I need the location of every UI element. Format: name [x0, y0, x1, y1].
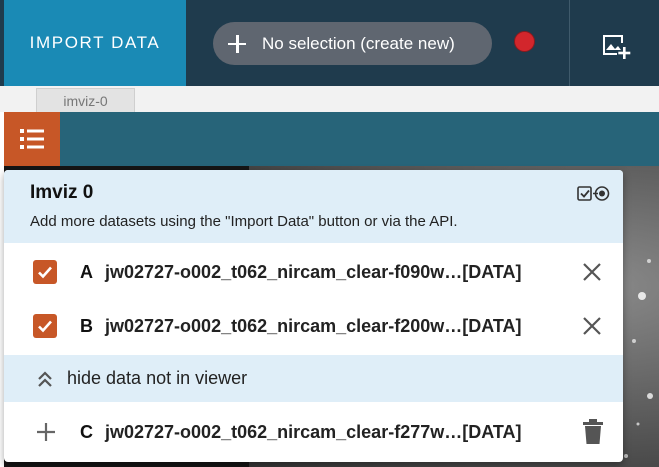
data-item-row: C jw02727-o002_t062_nircam_clear-f277w…[… [4, 407, 623, 457]
toolbar-divider [569, 0, 570, 86]
add-to-viewer-icon[interactable] [36, 422, 56, 442]
data-visible-checkbox[interactable] [33, 260, 57, 284]
checkmark-icon [38, 320, 52, 333]
hide-data-toggle[interactable]: hide data not in viewer [4, 355, 623, 402]
data-item-row: A jw02727-o002_t062_nircam_clear-f090w…[… [4, 247, 623, 297]
data-label: jw02727-o002_t062_nircam_clear-f277w…[DA… [105, 421, 522, 442]
checkmark-icon [38, 266, 52, 279]
import-data-label: IMPORT DATA [29, 33, 161, 52]
data-letter: C [80, 421, 93, 442]
data-menu-button[interactable] [4, 112, 60, 166]
hide-data-label: hide data not in viewer [67, 368, 248, 388]
data-letter: B [80, 315, 93, 336]
data-menu-instructions: Add more datasets using the "Import Data… [30, 213, 458, 230]
remove-from-viewer-icon[interactable] [580, 260, 604, 284]
viewer-options-icon[interactable] [577, 185, 611, 203]
list-icon [20, 129, 44, 149]
data-letter: A [80, 261, 93, 282]
viewer-toolbar [4, 112, 659, 166]
data-label: jw02727-o002_t062_nircam_clear-f090w…[DA… [105, 261, 522, 282]
remove-from-viewer-icon[interactable] [580, 314, 604, 338]
data-label: jw02727-o002_t062_nircam_clear-f200w…[DA… [105, 315, 522, 336]
tab-label: imviz-0 [63, 92, 108, 109]
import-data-button[interactable]: IMPORT DATA [4, 0, 186, 86]
data-menu-header: Imviz 0 Add more datasets using the "Imp… [4, 170, 623, 243]
delete-icon[interactable] [582, 419, 604, 445]
plus-icon [226, 33, 248, 55]
selection-dropdown[interactable]: No selection (create new) [213, 22, 492, 65]
data-item-row: B jw02727-o002_t062_nircam_clear-f200w…[… [4, 301, 623, 351]
tab-imviz-0[interactable]: imviz-0 [36, 88, 135, 112]
viewer-title: Imviz 0 [30, 182, 94, 203]
viewer-tab-strip: imviz-0 [0, 86, 659, 112]
chevron-double-up-icon [38, 370, 52, 387]
top-toolbar: IMPORT DATA No selection (create new) [0, 0, 659, 86]
data-visible-checkbox[interactable] [33, 314, 57, 338]
add-image-icon[interactable] [601, 31, 631, 61]
data-menu-panel: Imviz 0 Add more datasets using the "Imp… [4, 170, 623, 462]
selection-label: No selection (create new) [262, 33, 455, 53]
record-indicator-icon[interactable] [514, 31, 535, 52]
